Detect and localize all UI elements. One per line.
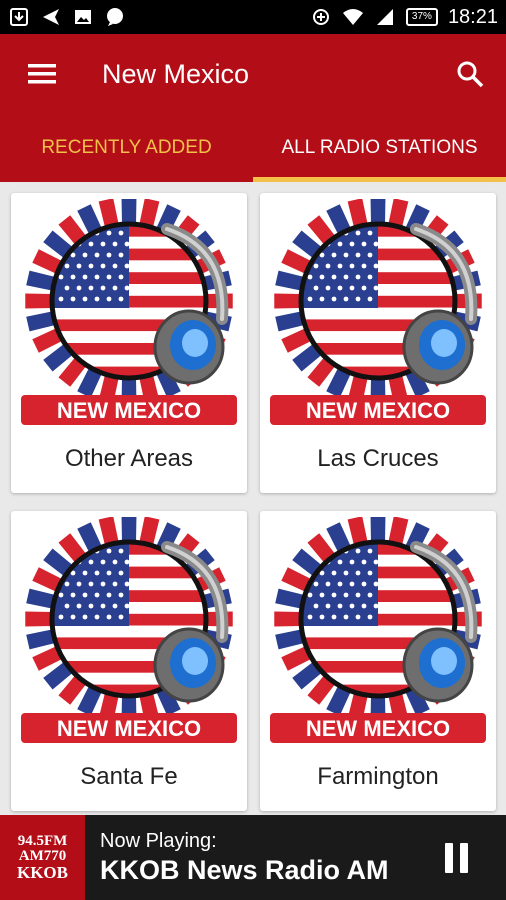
app-bar: New Mexico [0, 34, 506, 114]
sunburst-ray [275, 270, 304, 291]
art-line: 94.5FM [17, 833, 68, 849]
hamburger-menu-icon [28, 64, 56, 84]
page-title: New Mexico [102, 58, 250, 89]
art-line: KKOB [16, 863, 68, 882]
now-playing-bar[interactable]: 94.5FM AM770 KKOB Now Playing: KKOB News… [0, 815, 506, 900]
station-card-farmington[interactable]: NEW MEXICO Farmington [260, 511, 496, 811]
new-mexico-radio-logo: NEW MEXICO [270, 199, 486, 425]
sunburst-ray [274, 293, 301, 309]
sunburst-ray [275, 629, 304, 650]
send-icon [40, 7, 62, 27]
download-icon [8, 7, 30, 27]
badge-text: NEW MEXICO [306, 716, 450, 741]
station-card-las-cruces[interactable]: NEW MEXICO Las Cruces [260, 193, 496, 493]
now-playing-title: KKOB News Radio AM [100, 854, 389, 885]
art-line: AM770 [18, 848, 67, 864]
signal-icon [374, 7, 396, 27]
station-name: Other Areas [64, 445, 194, 472]
pause-icon [444, 842, 453, 873]
station-card-santa-fe[interactable]: NEW MEXICO Santa Fe [11, 511, 247, 811]
sunburst-ray [370, 517, 386, 542]
sunburst-ray [275, 311, 304, 332]
sunburst-ray [370, 199, 386, 224]
tab-all-radio-stations[interactable]: ALL RADIO STATIONS [253, 114, 506, 182]
sunburst-ray [26, 270, 55, 291]
wifi-icon [342, 7, 364, 27]
sunburst-ray [26, 311, 55, 332]
chat-icon [104, 7, 126, 27]
sunburst-ray [26, 629, 55, 650]
sunburst-ray [121, 199, 137, 224]
image-icon [72, 7, 94, 27]
tab-recently-added[interactable]: RECENTLY ADDED [0, 114, 253, 182]
new-mexico-radio-logo: NEW MEXICO [270, 517, 486, 743]
station-artwork: 94.5FM AM770 KKOB [0, 815, 85, 900]
station-grid: NEW MEXICO Other Areas NEW MEXICO Las Cr… [0, 182, 506, 815]
pause-button[interactable] [436, 838, 476, 878]
badge-text: NEW MEXICO [57, 716, 201, 741]
station-name: Santa Fe [80, 763, 178, 790]
menu-button[interactable] [12, 44, 72, 104]
search-button[interactable] [446, 50, 494, 98]
badge-text: NEW MEXICO [57, 398, 201, 423]
now-playing-caption: Now Playing: [100, 829, 217, 852]
tab-bar: RECENTLY ADDED ALL RADIO STATIONS [0, 114, 506, 182]
sunburst-ray [121, 517, 137, 542]
new-mexico-radio-logo: NEW MEXICO [21, 199, 237, 425]
status-bar: 37% 18:21 [0, 0, 506, 34]
sunburst-ray [274, 611, 301, 627]
data-saver-icon [310, 7, 332, 27]
sunburst-ray [25, 611, 52, 627]
battery-icon: 37% [405, 8, 438, 26]
sunburst-ray [26, 588, 55, 609]
clock: 18:21 [447, 5, 498, 28]
sunburst-ray [25, 293, 52, 309]
station-name: Farmington [317, 763, 439, 790]
badge-text: NEW MEXICO [306, 398, 450, 423]
search-icon [457, 61, 484, 88]
new-mexico-radio-logo: NEW MEXICO [21, 517, 237, 743]
station-name: Las Cruces [317, 445, 439, 472]
sunburst-ray [275, 588, 304, 609]
station-card-other-areas[interactable]: NEW MEXICO Other Areas [11, 193, 247, 493]
